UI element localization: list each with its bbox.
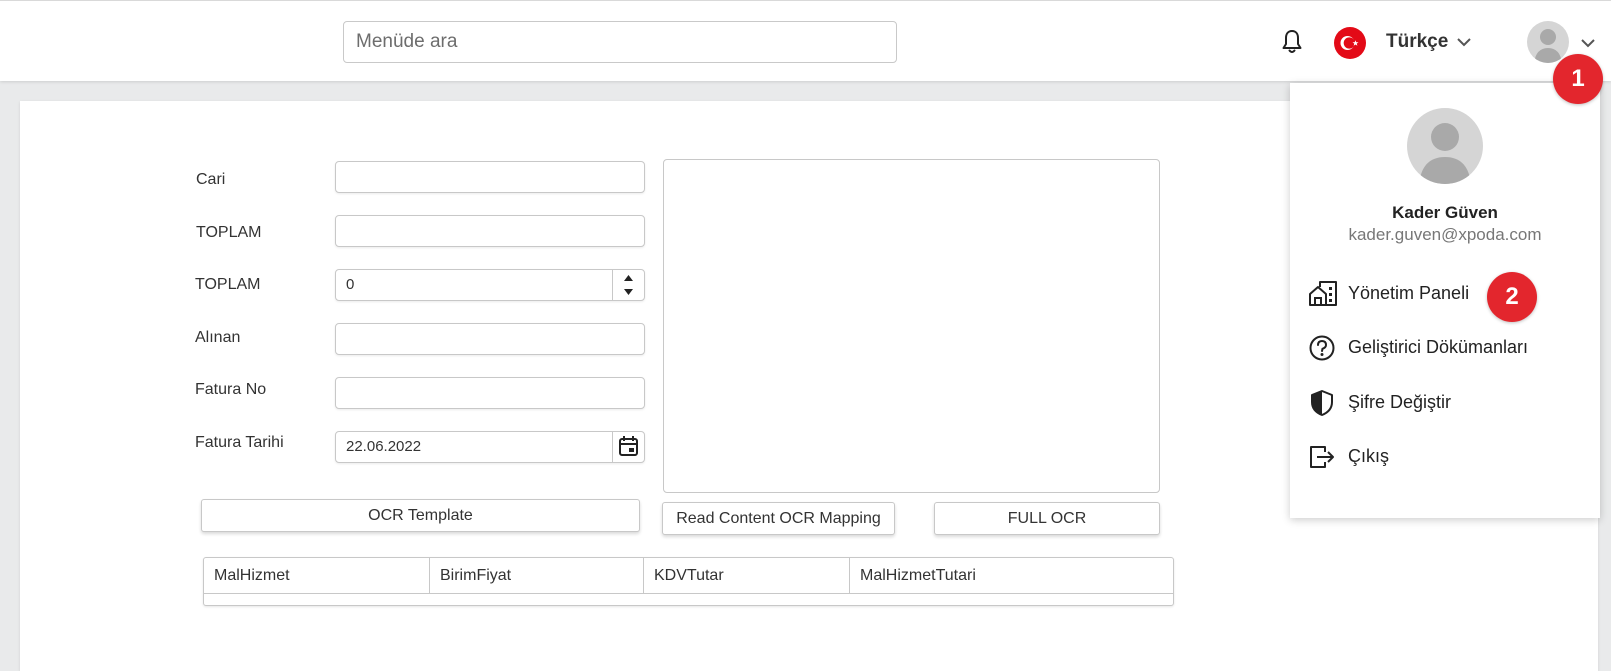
cari-input[interactable] bbox=[335, 161, 645, 193]
fatura-no-input[interactable] bbox=[335, 377, 645, 409]
menu-search-input[interactable] bbox=[343, 21, 897, 63]
ocr-preview-area bbox=[663, 159, 1160, 493]
ocr-template-button[interactable]: OCR Template bbox=[201, 499, 640, 532]
column-header-malhizmet[interactable]: MalHizmet bbox=[204, 558, 430, 593]
building-icon bbox=[1309, 281, 1337, 306]
label-toplam: TOPLAM bbox=[196, 224, 262, 241]
label-toplam-number: TOPLAM bbox=[195, 276, 261, 293]
top-bar: Türkçe bbox=[0, 0, 1611, 81]
menu-item-sifre-degistir[interactable]: Şifre Değiştir bbox=[1308, 383, 1588, 423]
items-table: MalHizmet BirimFiyat KDVTutar MalHizmetT… bbox=[203, 557, 1174, 606]
spinner-arrows-icon[interactable] bbox=[613, 270, 644, 300]
help-circle-icon bbox=[1309, 335, 1335, 361]
calendar-icon[interactable] bbox=[613, 432, 644, 462]
user-name: Kader Güven bbox=[1392, 203, 1498, 222]
column-header-malhizmettutari[interactable]: MalHizmetTutari bbox=[850, 558, 1173, 593]
menu-item-gelistirici-dokumanlari[interactable]: Geliştirici Dökümanları bbox=[1308, 328, 1588, 368]
user-dropdown-menu: Kader Güven kader.guven@xpoda.com Yöneti… bbox=[1290, 83, 1600, 518]
bell-icon[interactable] bbox=[1280, 29, 1304, 55]
logout-icon bbox=[1310, 446, 1334, 468]
alinan-input[interactable] bbox=[335, 323, 645, 355]
column-header-kdvtutar[interactable]: KDVTutar bbox=[644, 558, 850, 593]
number-spinner[interactable] bbox=[612, 270, 644, 300]
annotation-badge-2: 2 bbox=[1487, 272, 1537, 322]
toplam-number-input[interactable]: 0 bbox=[335, 269, 645, 301]
read-content-ocr-mapping-button[interactable]: Read Content OCR Mapping bbox=[662, 502, 895, 535]
profile-avatar bbox=[1407, 108, 1483, 184]
menu-item-label: Geliştirici Dökümanları bbox=[1348, 337, 1529, 357]
column-header-birimfiyat[interactable]: BirimFiyat bbox=[430, 558, 644, 593]
user-avatar[interactable] bbox=[1527, 21, 1569, 63]
menu-item-cikis[interactable]: Çıkış bbox=[1308, 437, 1588, 477]
full-ocr-button[interactable]: FULL OCR bbox=[934, 502, 1160, 535]
chevron-down-icon[interactable] bbox=[1580, 36, 1596, 50]
label-cari: Cari bbox=[196, 171, 226, 188]
menu-item-yonetim-paneli[interactable]: Yönetim Paneli bbox=[1308, 274, 1588, 314]
language-label[interactable]: Türkçe bbox=[1386, 31, 1448, 53]
shield-icon bbox=[1311, 390, 1333, 416]
menu-item-label: Çıkış bbox=[1348, 446, 1390, 466]
menu-item-label: Şifre Değiştir bbox=[1348, 392, 1452, 412]
label-fatura-no: Fatura No bbox=[195, 381, 267, 398]
toplam-number-value: 0 bbox=[346, 276, 355, 293]
annotation-badge-1: 1 bbox=[1553, 54, 1603, 104]
fatura-tarihi-input[interactable]: 22.06.2022 bbox=[335, 431, 645, 463]
toplam-input[interactable] bbox=[335, 215, 645, 247]
user-email: kader.guven@xpoda.com bbox=[1348, 225, 1542, 244]
label-alinan: Alınan bbox=[195, 329, 241, 346]
chevron-down-icon[interactable] bbox=[1456, 35, 1472, 49]
menu-item-label: Yönetim Paneli bbox=[1348, 283, 1470, 303]
label-fatura-tarihi: Fatura Tarihi bbox=[195, 434, 284, 451]
table-header: MalHizmet BirimFiyat KDVTutar MalHizmetT… bbox=[204, 558, 1173, 594]
fatura-tarihi-value: 22.06.2022 bbox=[346, 438, 422, 455]
turkey-flag-icon[interactable] bbox=[1334, 27, 1366, 59]
calendar-button[interactable] bbox=[612, 432, 644, 462]
